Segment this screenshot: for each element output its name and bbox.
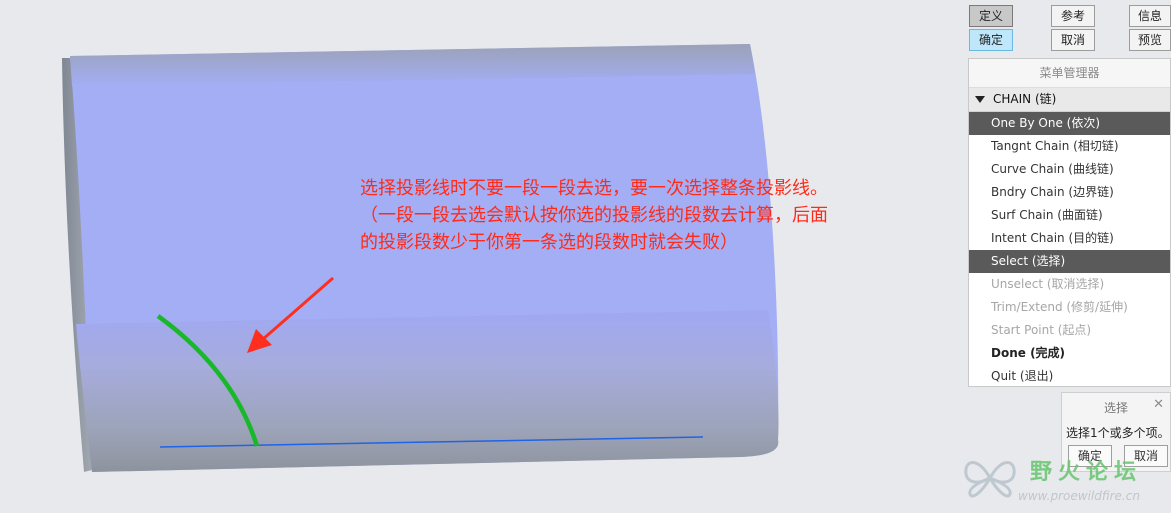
reference-button[interactable]: 参考 <box>1051 5 1095 27</box>
butterfly-logo-icon <box>964 461 1016 498</box>
annotation-line-3: 的投影段数少于你第一条选的段数时就会失败） <box>360 232 738 253</box>
forum-watermark: 野火论坛 www.proewildfire.cn <box>958 444 1171 513</box>
menu-item-start-point[interactable]: Start Point (起点) <box>969 319 1170 342</box>
menu-item-curve-chain[interactable]: Curve Chain (曲线链) <box>969 158 1170 181</box>
menu-item-boundary-chain[interactable]: Bndry Chain (边界链) <box>969 181 1170 204</box>
chain-menu-header[interactable]: CHAIN (链) <box>969 88 1170 112</box>
menu-item-list: One By One (依次) Tangnt Chain (相切链) Curve… <box>969 112 1170 388</box>
graphics-viewport[interactable] <box>0 0 960 513</box>
menu-item-quit[interactable]: Quit (退出) <box>969 365 1170 388</box>
menu-item-one-by-one[interactable]: One By One (依次) <box>969 112 1170 135</box>
annotation-line-1: 选择投影线时不要一段一段去选，要一次选择整条投影线。 <box>360 178 828 199</box>
cancel-button[interactable]: 取消 <box>1051 29 1095 51</box>
define-button[interactable]: 定义 <box>969 5 1013 27</box>
info-button[interactable]: 信息 <box>1129 5 1171 27</box>
watermark-url: www.proewildfire.cn <box>1018 489 1140 503</box>
chain-menu-header-label: CHAIN (链) <box>993 92 1057 106</box>
close-icon[interactable]: ✕ <box>1153 397 1164 412</box>
menu-item-unselect[interactable]: Unselect (取消选择) <box>969 273 1170 296</box>
select-dialog-prompt: 选择1个或多个项。 <box>1066 426 1170 440</box>
model-view <box>62 44 779 472</box>
menu-item-surface-chain[interactable]: Surf Chain (曲面链) <box>969 204 1170 227</box>
watermark-text: 野火论坛 <box>1030 460 1143 485</box>
menu-item-done[interactable]: Done (完成) <box>969 342 1170 365</box>
menu-item-select[interactable]: Select (选择) <box>969 250 1170 273</box>
menu-manager-title: 菜单管理器 <box>969 59 1170 88</box>
annotation-note: 选择投影线时不要一段一段去选，要一次选择整条投影线。 （一段一段去选会默认按你选… <box>360 175 920 256</box>
annotation-line-2: （一段一段去选会默认按你选的投影线的段数去计算，后面 <box>360 205 828 226</box>
preview-button[interactable]: 预览 <box>1129 29 1171 51</box>
collapse-triangle-icon <box>975 96 985 103</box>
menu-manager: 菜单管理器 CHAIN (链) One By One (依次) Tangnt C… <box>968 58 1171 387</box>
ok-button[interactable]: 确定 <box>969 29 1013 51</box>
menu-item-trim-extend[interactable]: Trim/Extend (修剪/延伸) <box>969 296 1170 319</box>
menu-item-intent-chain[interactable]: Intent Chain (目的链) <box>969 227 1170 250</box>
menu-item-tangent-chain[interactable]: Tangnt Chain (相切链) <box>969 135 1170 158</box>
